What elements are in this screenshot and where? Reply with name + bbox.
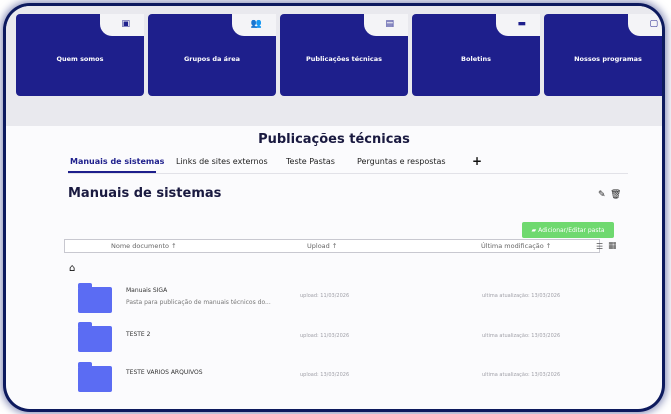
folder-icon [78,322,112,352]
grid-view-icon[interactable]: ▦ [608,241,617,251]
card-grupos-da-area[interactable]: 👥 Grupos da área [148,14,276,96]
list-view-icon[interactable]: ☰ [596,242,603,251]
card-nossos-programas[interactable]: ▢ Nossos programas [544,14,662,96]
card-publicacoes-tecnicas[interactable]: ▤ Publicações técnicas [280,14,408,96]
row-modified: ultima atualização: 13/03/2026 [482,372,561,378]
card-label: Quem somos [56,55,104,63]
card-label: Grupos da área [183,55,241,63]
card-label: Nossos programas [574,55,642,63]
tab-perguntas-e-respostas[interactable]: Perguntas e respostas [357,157,446,166]
card-quem-somos[interactable]: ▣ Quem somos [16,14,144,96]
add-edit-folder-label: Adicionar/Editar pasta [538,226,605,234]
card-boletins[interactable]: ▬ Boletins [412,14,540,96]
tabs-divider [68,173,628,174]
trash-icon[interactable]: 🗑 [610,190,621,200]
document-icon: ▣ [121,19,130,29]
row-name[interactable]: Manuais SIGA [126,287,167,294]
users-icon: 👥 [250,19,262,29]
newspaper-icon: ▬ [517,19,526,29]
add-edit-folder-button[interactable]: ▰ Adicionar/Editar pasta [522,222,614,238]
row-modified: ultima atualização: 13/03/2026 [482,333,561,339]
tab-manuais-de-sistemas[interactable]: Manuais de sistemas [70,157,164,166]
column-upload[interactable]: Upload ↑ [307,242,337,250]
table-header: Nome documento ↑ Upload ↑ Última modific… [64,239,600,253]
app-window: ▣ Quem somos 👥 Grupos da área ▤ Publicaç… [6,6,662,409]
row-upload: upload: 11/03/2026 [300,293,350,299]
page-title: Publicações técnicas [258,132,410,147]
edit-icon[interactable]: ✎ [598,190,606,200]
folder-icon [78,362,112,392]
row-name[interactable]: TESTE 2 [126,331,150,338]
row-upload: upload: 11/03/2026 [300,333,350,339]
row-name[interactable]: TESTE VARIOS ARQUIVOS [126,369,203,376]
program-icon: ▢ [649,19,658,29]
tab-links-de-sites-externos[interactable]: Links de sites externos [176,157,268,166]
add-tab-button[interactable]: + [472,154,482,168]
row-description: Pasta para publicação de manuais técnico… [126,299,271,306]
column-modified[interactable]: Última modificação ↑ [481,242,551,250]
card-label: Boletins [461,55,491,63]
folder-icon [78,283,112,313]
row-upload: upload: 13/03/2026 [300,372,350,378]
tab-teste-pastas[interactable]: Teste Pastas [286,157,335,166]
home-icon[interactable]: ⌂ [69,263,75,274]
folder-icon: ▰ [531,226,537,234]
column-name[interactable]: Nome documento ↑ [111,242,177,250]
section-title: Manuais de sistemas [68,186,222,201]
row-modified: ultima atualização: 13/03/2026 [482,293,561,299]
book-icon: ▤ [385,19,394,29]
card-label: Publicações técnicas [306,55,382,63]
